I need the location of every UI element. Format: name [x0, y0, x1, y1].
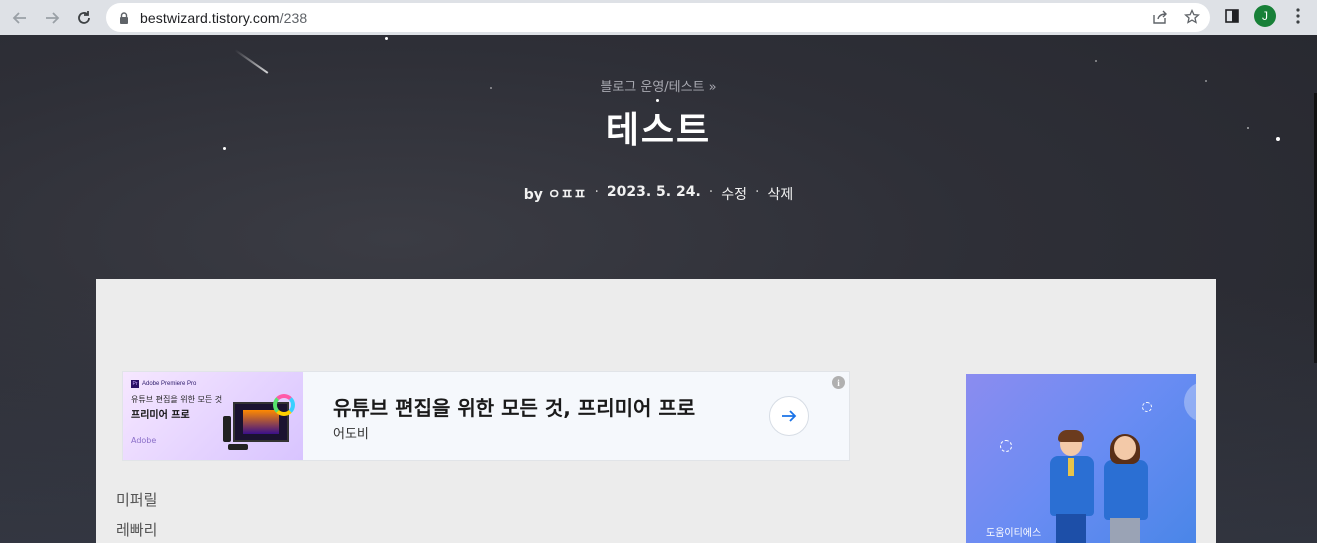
- meta-by: by: [523, 187, 543, 203]
- ad-advertiser: 어도비: [333, 427, 369, 442]
- head-shape: [1114, 436, 1136, 460]
- meta-separator: ·: [755, 184, 760, 200]
- ad-title[interactable]: 유튜브 편집을 위한 모든 것, 프리미어 프로: [333, 392, 695, 421]
- star-icon[interactable]: [1182, 7, 1202, 27]
- suit-shape: [1104, 460, 1148, 520]
- url-host: bestwizard.tistory.com: [140, 9, 280, 26]
- edit-link[interactable]: 수정: [721, 184, 747, 204]
- halo-decoration: [1184, 382, 1196, 422]
- circle-decoration: [1000, 440, 1012, 452]
- meteor-decoration: [234, 49, 269, 74]
- side-panel-icon[interactable]: [1220, 4, 1244, 28]
- kebab-menu-icon[interactable]: [1286, 4, 1310, 28]
- delete-link[interactable]: 삭제: [767, 184, 793, 204]
- author-name: ㅇㅍㅍ: [547, 187, 587, 203]
- star-decoration: [1095, 60, 1097, 62]
- legs-shape: [1110, 518, 1140, 543]
- share-icon[interactable]: [1150, 7, 1170, 27]
- star-decoration: [385, 37, 388, 40]
- phone-image: [223, 416, 231, 442]
- premiere-logo-icon: Pr: [131, 380, 139, 388]
- page-title: 테스트: [605, 110, 712, 151]
- legs-shape: [1056, 514, 1086, 543]
- back-arrow-icon[interactable]: [4, 2, 36, 34]
- body-text-line: 레빠리: [116, 521, 158, 539]
- woman-illustration: [1100, 434, 1152, 543]
- lock-icon[interactable]: [118, 11, 130, 25]
- body-text-line: 미퍼릴: [116, 491, 158, 509]
- avatar[interactable]: J: [1254, 5, 1276, 27]
- meta-separator: ·: [708, 184, 714, 200]
- arrow-right-icon[interactable]: [769, 396, 809, 436]
- hair-shape: [1058, 430, 1084, 442]
- post-content: Pr Adobe Premiere Pro 유튜브 편집을 위한 모든 것 프리미…: [96, 279, 1216, 543]
- browser-toolbar: bestwizard.tistory.com/238 J: [0, 0, 1317, 35]
- post-date: 2023. 5. 24.: [606, 184, 701, 200]
- info-icon[interactable]: i: [832, 376, 845, 389]
- circle-decoration: [1142, 402, 1152, 412]
- man-illustration: [1046, 430, 1098, 543]
- side-ad-banner[interactable]: 도움이티에스: [966, 374, 1196, 543]
- ad-banner[interactable]: Pr Adobe Premiere Pro 유튜브 편집을 위한 모든 것 프리미…: [122, 371, 850, 461]
- ad-thumbnail[interactable]: Pr Adobe Premiere Pro 유튜브 편집을 위한 모든 것 프리미…: [123, 372, 303, 460]
- address-bar[interactable]: bestwizard.tistory.com/238: [106, 3, 1210, 32]
- url-path: /238: [279, 9, 308, 26]
- reload-icon[interactable]: [68, 2, 100, 34]
- device-image: [228, 444, 248, 450]
- breadcrumb[interactable]: 블로그 운영/테스트 »: [0, 76, 1317, 95]
- ad-thumb-line1: 유튜브 편집을 위한 모든 것: [131, 395, 223, 404]
- url-text: bestwizard.tistory.com/238: [140, 10, 307, 26]
- post-meta: by ㅇㅍㅍ · 2023. 5. 24. · 수정 · 삭제: [0, 184, 1317, 204]
- meta-author: by ㅇㅍㅍ: [524, 184, 587, 204]
- tie-shape: [1068, 458, 1074, 476]
- color-wheel-icon: [273, 394, 295, 416]
- side-ad-label: 도움이티에스: [986, 528, 1042, 539]
- ad-brand-text: Adobe Premiere Pro: [142, 381, 197, 387]
- forward-arrow-icon[interactable]: [36, 2, 68, 34]
- ad-thumb-line2: 프리미어 프로: [131, 410, 190, 421]
- adobe-logo: Adobe: [131, 436, 157, 445]
- ad-brand: Pr Adobe Premiere Pro: [131, 380, 196, 388]
- meta-separator: ·: [594, 184, 599, 200]
